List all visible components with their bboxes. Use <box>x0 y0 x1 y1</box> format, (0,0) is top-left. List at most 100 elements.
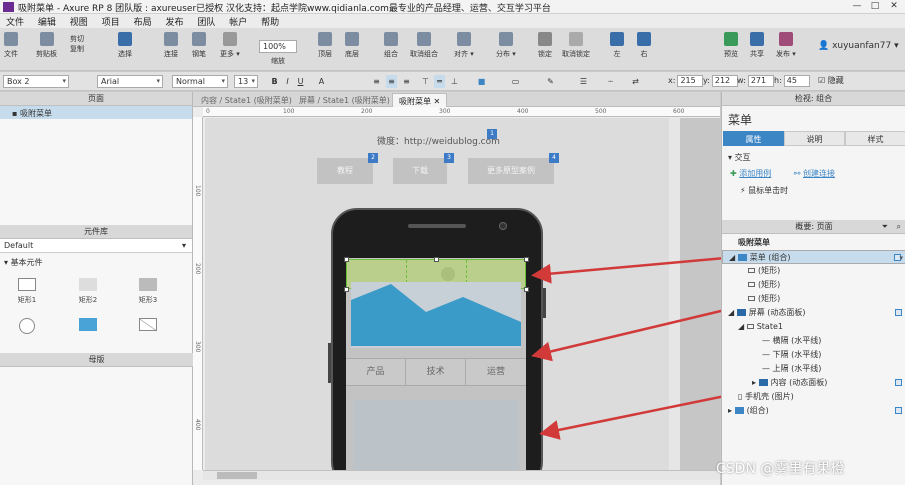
line-color-icon[interactable]: ✎ <box>545 75 556 88</box>
widget-placeholder[interactable] <box>123 318 173 335</box>
library-section[interactable]: ▾ 基本元件 <box>0 253 192 272</box>
lock-button[interactable]: 锁定 <box>538 32 552 59</box>
add-case-link[interactable]: 添加用例 <box>739 169 771 178</box>
menu-team[interactable]: 团队 <box>191 14 220 28</box>
horizontal-scrollbar[interactable] <box>203 470 720 480</box>
visibility-icon[interactable] <box>895 407 902 414</box>
menu-file[interactable]: 文件 <box>0 14 29 28</box>
w-field[interactable]: w: 271 <box>737 75 774 87</box>
tab-style[interactable]: 样式 <box>845 131 905 146</box>
library-select[interactable]: Default ▾ <box>0 239 192 253</box>
ungroup-button[interactable]: 取消组合 <box>410 32 438 59</box>
user-account[interactable]: 👤 xuyuanfan77 ▾ <box>818 41 899 51</box>
widget-box2[interactable]: 矩形2 <box>63 278 113 305</box>
menu-account[interactable]: 帐户 <box>223 14 252 28</box>
bold-button[interactable]: B <box>269 75 280 88</box>
align-text-left-icon[interactable]: ≡ <box>371 75 382 88</box>
outline-line[interactable]: — 上隔 (水平线) <box>722 362 905 376</box>
outline-rect[interactable]: (矩形) <box>722 264 905 278</box>
share-button[interactable]: 共享 <box>750 32 764 59</box>
menu-project[interactable]: 项目 <box>96 14 125 28</box>
connect-button[interactable]: 连接 <box>164 32 178 59</box>
outline-menu-group[interactable]: ◢ 菜单 (组合) <box>722 250 905 265</box>
group-button[interactable]: 组合 <box>384 32 398 59</box>
menu-edit[interactable]: 编辑 <box>32 14 61 28</box>
resize-handle[interactable] <box>344 257 349 262</box>
close-button[interactable]: ✕ <box>885 1 903 12</box>
outline-group[interactable]: ▸ (组合) <box>722 404 905 418</box>
menu-arrange[interactable]: 布局 <box>128 14 157 28</box>
widget-image[interactable] <box>63 318 113 335</box>
maximize-button[interactable]: □ <box>866 1 884 12</box>
line-style-icon[interactable]: ┄ <box>605 75 616 88</box>
outline-rect[interactable]: (矩形) <box>722 292 905 306</box>
widget-name[interactable]: 菜单 <box>722 106 905 131</box>
scroll-thumb[interactable] <box>217 472 257 479</box>
font-family-select[interactable]: Arial <box>97 75 163 88</box>
minimize-button[interactable]: — <box>848 1 866 12</box>
outline-phone-image[interactable]: ▯ 手机壳 (图片) <box>722 390 905 404</box>
font-size-select[interactable]: 13 <box>234 75 258 88</box>
y-field[interactable]: y: 212 <box>703 75 738 87</box>
menu-item-product[interactable]: 产品 <box>346 359 406 385</box>
interaction-section[interactable]: ▾ 交互 <box>722 146 905 165</box>
distribute-button[interactable]: 分布 ▾ <box>496 32 516 59</box>
underline-button[interactable]: U <box>295 75 306 88</box>
shadow-icon[interactable]: ▭ <box>510 75 521 88</box>
menu-item-tech[interactable]: 技术 <box>406 359 466 385</box>
outline-line[interactable]: — 下隔 (水平线) <box>722 348 905 362</box>
preview-button[interactable]: 预览 <box>724 32 738 59</box>
widget-name-select[interactable]: Box 2 <box>3 75 69 88</box>
page-item[interactable]: ▪ 吸附菜单 <box>0 106 192 119</box>
visibility-icon[interactable] <box>895 309 902 316</box>
valign-middle-icon[interactable]: ═ <box>434 75 445 88</box>
widget-circle[interactable] <box>2 318 52 338</box>
menu-help[interactable]: 帮助 <box>255 14 284 28</box>
select-button[interactable]: 选择 <box>118 32 132 59</box>
create-link-link[interactable]: 创建连接 <box>803 169 835 178</box>
arrow-style-icon[interactable]: ⇄ <box>630 75 641 88</box>
zoom-select[interactable]: 100% <box>259 40 297 53</box>
outline-page[interactable]: 吸附菜单 <box>722 236 905 250</box>
outline-line[interactable]: — 横隔 (水平线) <box>722 334 905 348</box>
valign-bottom-icon[interactable]: ⊥ <box>449 75 460 88</box>
visibility-icon[interactable] <box>894 254 901 261</box>
file-button[interactable]: 文件 <box>4 32 18 59</box>
close-tab-icon[interactable]: ✕ <box>434 97 441 106</box>
align-button[interactable]: 对齐 ▾ <box>454 32 474 59</box>
unlock-button[interactable]: 取消锁定 <box>562 32 590 59</box>
download-button[interactable]: 下载 <box>393 158 447 184</box>
search-icon[interactable]: ⌕ <box>897 220 901 233</box>
menu-item-ops[interactable]: 运营 <box>466 359 526 385</box>
tutorial-button[interactable]: 教程 <box>317 158 373 184</box>
hidden-checkbox[interactable]: ☑ 隐藏 <box>818 75 844 86</box>
outline-state[interactable]: ◢ State1 <box>722 320 905 334</box>
clipboard-button[interactable]: 剪贴板 <box>36 32 57 59</box>
outline-screen-panel[interactable]: ◢ 屏幕 (动态面板) <box>722 306 905 320</box>
filter-icon[interactable]: ⏷ <box>882 220 888 233</box>
tab-properties[interactable]: 属性 <box>723 131 784 146</box>
resize-handle[interactable] <box>434 257 439 262</box>
italic-button[interactable]: I <box>282 75 293 88</box>
align-text-right-icon[interactable]: ≡ <box>401 75 412 88</box>
tab-content-state[interactable]: 内容 / State1 (吸附菜单) <box>195 93 298 107</box>
x-field[interactable]: x: 215 <box>668 75 704 87</box>
more-cases-button[interactable]: 更多原型案例 <box>468 158 554 184</box>
widget-box1[interactable]: 矩形1 <box>2 278 52 305</box>
fill-color-icon[interactable]: ■ <box>476 75 487 88</box>
more-button[interactable]: 更多 ▾ <box>220 32 240 59</box>
menu-publish[interactable]: 发布 <box>159 14 188 28</box>
bring-top-button[interactable]: 顶层 <box>318 32 332 59</box>
left-button[interactable]: 左 <box>610 32 624 59</box>
visibility-icon[interactable] <box>895 379 902 386</box>
font-style-select[interactable]: Normal <box>172 75 228 88</box>
copy-button[interactable]: 复制 <box>70 44 84 54</box>
outline-rect[interactable]: (矩形) <box>722 278 905 292</box>
outline-content-panel[interactable]: ▸ 内容 (动态面板) <box>722 376 905 390</box>
send-bottom-button[interactable]: 底层 <box>345 32 359 59</box>
valign-top-icon[interactable]: ⊤ <box>420 75 431 88</box>
resize-handle[interactable] <box>344 287 349 292</box>
pen-button[interactable]: 钢笔 <box>192 32 206 59</box>
cut-button[interactable]: 剪切 <box>70 34 84 44</box>
tab-notes[interactable]: 说明 <box>784 131 845 146</box>
